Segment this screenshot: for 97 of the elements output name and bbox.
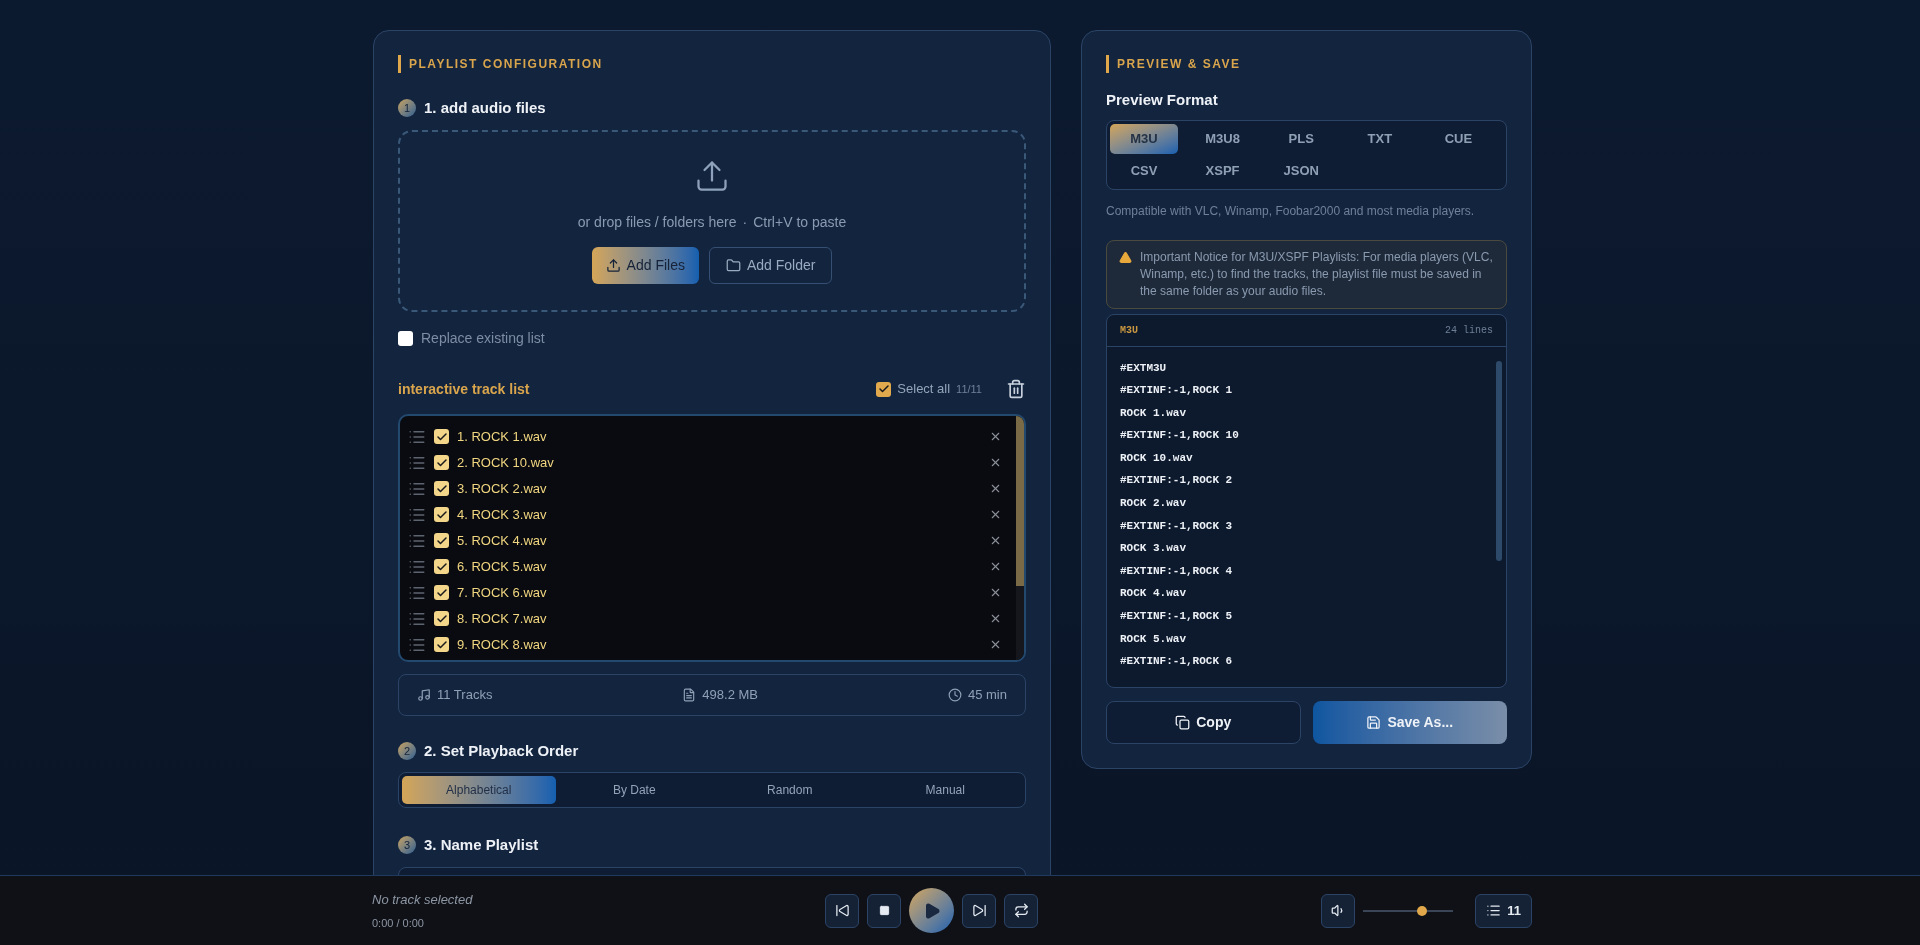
compatibility-note: Compatible with VLC, Winamp, Foobar2000 and most media players. xyxy=(1106,202,1476,220)
track-name: 3. ROCK 2.wav xyxy=(457,479,547,498)
stat-text: 45 min xyxy=(967,685,1007,704)
selection-count: 11/11 xyxy=(956,381,982,397)
skip-forward-icon xyxy=(971,903,987,918)
section-title: PLAYLIST CONFIGURATION xyxy=(409,56,603,73)
next-button[interactable] xyxy=(962,893,997,928)
track-name: 2. ROCK 10.wav xyxy=(457,453,554,472)
now-playing: No track selected xyxy=(372,890,474,909)
drop-zone[interactable]: or drop files / folders here · Ctrl+V to paste Add Files Add Folder xyxy=(398,129,1026,312)
select-all-checkbox[interactable] xyxy=(876,381,892,397)
stat-text: 11 Tracks xyxy=(437,685,493,704)
stop-icon xyxy=(878,905,890,916)
track-checkbox[interactable] xyxy=(434,481,449,496)
queue-button[interactable]: 11 xyxy=(1475,893,1532,928)
scrollbar-thumb[interactable] xyxy=(1016,415,1024,586)
format-tab[interactable]: TXT xyxy=(1345,123,1414,154)
repeat-button[interactable] xyxy=(1004,893,1039,928)
remove-icon[interactable] xyxy=(989,612,1002,625)
repeat-icon xyxy=(1013,903,1029,918)
save-icon xyxy=(1366,714,1382,730)
select-all-label: Select all xyxy=(897,380,951,399)
order-tab[interactable]: Alphabetical xyxy=(402,776,556,804)
format-tab[interactable]: JSON xyxy=(1267,155,1336,186)
notice-text: Important Notice for M3U/XSPF Playlists: For media players (VLC, Winamp, etc.) to find the tracks, the playlist file must be saved in the same folder as your audio files. xyxy=(1140,248,1494,300)
track-name: 6. ROCK 5.wav xyxy=(457,557,547,576)
stat-text: 498.2 MB xyxy=(702,685,758,704)
folder-icon xyxy=(725,257,741,273)
volume-slider[interactable] xyxy=(1363,904,1454,917)
replace-checkbox[interactable] xyxy=(398,330,413,346)
remove-icon[interactable] xyxy=(989,508,1002,521)
order-tab[interactable]: Random xyxy=(713,776,867,804)
order-tab[interactable]: By Date xyxy=(557,776,711,804)
track-checkbox[interactable] xyxy=(434,559,449,574)
track-name: 7. ROCK 6.wav xyxy=(457,583,547,602)
track-checkbox[interactable] xyxy=(434,507,449,522)
line-count: 24 lines xyxy=(1445,323,1493,338)
remove-icon[interactable] xyxy=(989,456,1002,469)
volume-thumb[interactable] xyxy=(1416,905,1427,916)
track-checkbox[interactable] xyxy=(434,585,449,600)
previous-button[interactable] xyxy=(825,893,860,928)
track-name: 5. ROCK 4.wav xyxy=(457,531,547,550)
remove-icon[interactable] xyxy=(989,534,1002,547)
warning-icon xyxy=(1119,250,1132,264)
step-number: 1 xyxy=(398,99,416,118)
remove-icon[interactable] xyxy=(989,560,1002,573)
drop-hint: or drop files / folders here xyxy=(577,212,737,232)
track-checkbox[interactable] xyxy=(434,637,449,652)
code-text: #EXTM3U #EXTINF:-1,ROCK 1 ROCK 1.wav #EXTINF:-1,ROCK 10 ROCK 10.wav #EXTINF:-1,ROCK 2 ROCK 2.wav #EXTINF:-1,ROCK 3 ROCK 3.wav #EXTINF:-1,ROCK 4 ROCK 4.wav #EXTINF:-1,ROCK 5 ROCK 5.wav #EXTINF:-1,ROCK 6 xyxy=(1119,360,1240,670)
copy-button[interactable]: Copy xyxy=(1106,700,1301,744)
music-note-icon xyxy=(417,687,431,702)
track-name: 8. ROCK 7.wav xyxy=(457,609,547,628)
stop-button[interactable] xyxy=(867,893,902,928)
separator-dot: · xyxy=(742,212,748,232)
step-title: 1. add audio files xyxy=(424,98,546,118)
play-button[interactable] xyxy=(909,888,955,933)
paste-hint: Ctrl+V to paste xyxy=(753,212,847,232)
step-number: 2 xyxy=(398,741,416,760)
add-folder-button[interactable]: Add Folder xyxy=(708,246,833,284)
format-tab[interactable]: M3U8 xyxy=(1188,123,1257,154)
track-name: 4. ROCK 3.wav xyxy=(457,505,547,524)
format-tab[interactable]: CSV xyxy=(1110,155,1178,186)
trash-icon[interactable] xyxy=(1006,379,1026,399)
format-tab[interactable]: PLS xyxy=(1267,123,1336,154)
format-label: Preview Format xyxy=(1106,90,1219,110)
track-name: 9. ROCK 8.wav xyxy=(457,635,547,654)
track-checkbox[interactable] xyxy=(434,533,449,548)
track-checkbox[interactable] xyxy=(434,455,449,470)
scrollbar-thumb[interactable] xyxy=(1496,360,1502,561)
replace-label: Replace existing list xyxy=(421,328,545,348)
track-name: 1. ROCK 1.wav xyxy=(457,427,547,446)
remove-icon[interactable] xyxy=(989,638,1002,651)
format-tab[interactable]: M3U xyxy=(1110,123,1178,154)
skip-back-icon xyxy=(834,903,850,918)
step-number: 3 xyxy=(398,836,416,855)
add-files-button[interactable]: Add Files xyxy=(591,246,699,284)
volume-button[interactable] xyxy=(1321,893,1356,928)
step-title: 3. Name Playlist xyxy=(424,835,539,855)
clock-icon xyxy=(947,687,962,702)
remove-icon[interactable] xyxy=(989,586,1002,599)
format-tab[interactable]: CUE xyxy=(1424,123,1493,154)
save-as-button[interactable]: Save As... xyxy=(1312,700,1507,744)
order-tab[interactable]: Manual xyxy=(868,776,1022,804)
copy-icon xyxy=(1175,714,1191,730)
track-list-title: interactive track list xyxy=(398,379,530,399)
playback-time: 0:00 / 0:00 xyxy=(372,916,425,931)
document-icon xyxy=(682,687,697,702)
track-checkbox[interactable] xyxy=(434,429,449,444)
code-format: M3U xyxy=(1120,323,1138,338)
upload-icon xyxy=(605,257,621,273)
step-title: 2. Set Playback Order xyxy=(424,740,579,761)
list-icon xyxy=(1486,903,1502,918)
format-tab[interactable]: XSPF xyxy=(1188,155,1257,186)
track-checkbox[interactable] xyxy=(434,611,449,626)
remove-icon[interactable] xyxy=(989,430,1002,443)
section-title: PREVIEW & SAVE xyxy=(1117,56,1241,73)
remove-icon[interactable] xyxy=(989,482,1002,495)
